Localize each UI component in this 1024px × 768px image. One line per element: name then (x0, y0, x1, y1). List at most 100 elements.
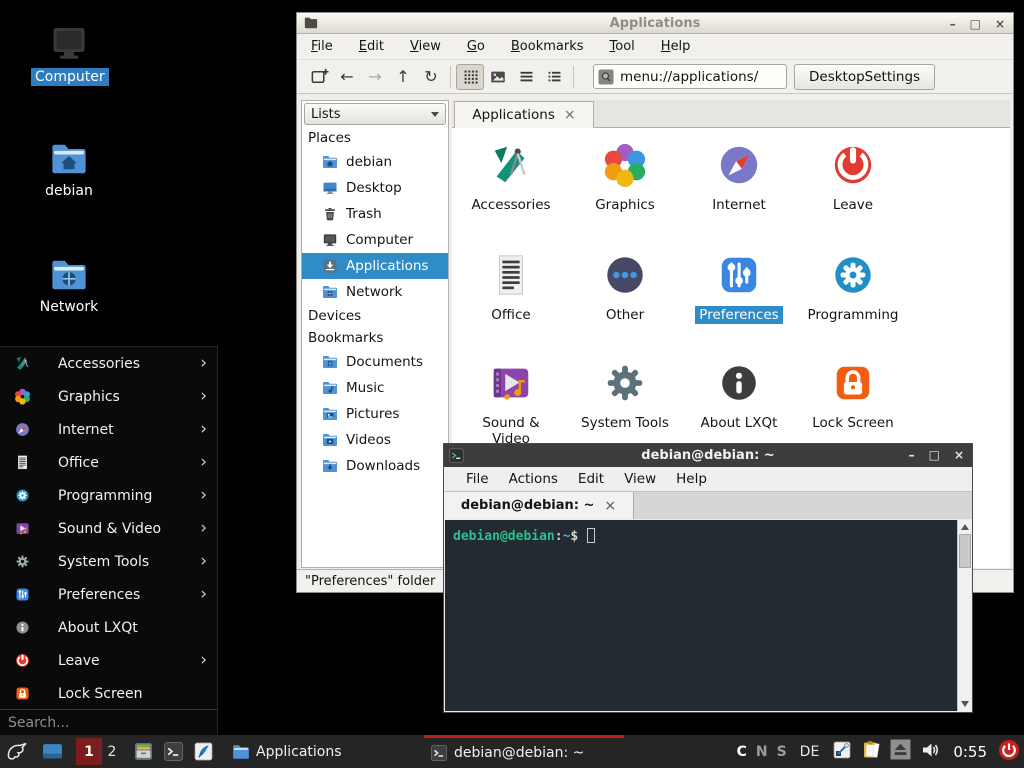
programming-icon (14, 487, 32, 505)
menu-item-accessories[interactable]: Accessories › (0, 347, 217, 380)
bookmark-videos[interactable]: Videos (302, 427, 448, 453)
task-button-terminal[interactable]: debian@debian: ~ (424, 735, 624, 768)
workspace-2-button[interactable]: 2 (102, 735, 122, 768)
bookmark-documents[interactable]: Documents (302, 349, 448, 375)
volume-icon[interactable] (920, 739, 942, 765)
app-item-other[interactable]: Other (568, 244, 682, 348)
folder-pictures-icon (322, 406, 338, 422)
workspace-1-button[interactable]: 1 (76, 738, 102, 765)
place-debian[interactable]: debian (302, 149, 448, 175)
menu-bookmarks[interactable]: Bookmarks (511, 39, 584, 54)
app-item-system-tools[interactable]: System Tools (568, 352, 682, 456)
caps-lock-indicator[interactable]: C (737, 744, 747, 760)
minimize-button[interactable]: – (909, 449, 915, 461)
menu-item-graphics[interactable]: Graphics › (0, 380, 217, 413)
app-item-about-lxqt[interactable]: About LXQt (682, 352, 796, 456)
bookmark-downloads[interactable]: Downloads (302, 453, 448, 479)
menu-item-programming[interactable]: Programming › (0, 479, 217, 512)
menu-file[interactable]: File (311, 39, 333, 54)
removable-media-eject-icon[interactable] (890, 739, 911, 764)
clipboard-tray-icon[interactable] (861, 740, 881, 764)
new-tab-button[interactable] (305, 64, 333, 90)
forward-button[interactable]: → (361, 64, 389, 90)
menu-item-office[interactable]: Office › (0, 446, 217, 479)
tab-close-icon[interactable]: × (564, 107, 576, 123)
menu-item-sound-video[interactable]: Sound & Video › (0, 512, 217, 545)
reload-button[interactable]: ↻ (417, 64, 445, 90)
menu-edit[interactable]: Edit (578, 471, 604, 487)
scrollbar-thumb[interactable] (959, 534, 971, 568)
terminal-tab[interactable]: debian@debian: ~ × (444, 492, 634, 519)
app-item-graphics[interactable]: Graphics (568, 134, 682, 238)
close-button[interactable]: × (995, 18, 1005, 30)
menu-item-lock-screen[interactable]: Lock Screen (0, 677, 217, 710)
menu-help[interactable]: Help (676, 471, 707, 487)
show-desktop-button[interactable] (38, 735, 66, 768)
terminal-scrollbar[interactable] (957, 520, 971, 711)
num-lock-indicator[interactable]: N (756, 744, 768, 760)
menu-actions[interactable]: Actions (509, 471, 558, 487)
terminal-titlebar[interactable]: debian@debian: ~ – □ × (444, 444, 972, 467)
terminal-screen[interactable]: debian@debian:~$ (445, 520, 971, 711)
app-item-preferences[interactable]: Preferences (682, 244, 796, 348)
icon-view-button[interactable] (456, 64, 484, 90)
menu-go[interactable]: Go (467, 39, 485, 54)
app-item-office[interactable]: Office (454, 244, 568, 348)
task-button-applications[interactable]: Applications (226, 735, 424, 768)
back-button[interactable]: ← (333, 64, 361, 90)
quicklaunch-file-manager[interactable] (128, 735, 158, 768)
desktop-icon-debian[interactable]: debian (31, 140, 107, 200)
place-network[interactable]: Network (302, 279, 448, 305)
power-button[interactable] (998, 739, 1020, 765)
detailed-view-button[interactable] (540, 64, 568, 90)
close-button[interactable]: × (954, 449, 964, 461)
app-item-internet[interactable]: Internet (682, 134, 796, 238)
main-menu-button[interactable] (0, 735, 34, 768)
menu-item-leave[interactable]: Leave › (0, 644, 217, 677)
desktop-icon-network[interactable]: Network (31, 256, 107, 316)
menu-search-input[interactable] (0, 715, 217, 731)
keyboard-layout-indicator[interactable]: DE (800, 744, 820, 760)
menu-view[interactable]: View (624, 471, 656, 487)
desktop-settings-button[interactable]: DesktopSettings (794, 64, 935, 90)
place-computer[interactable]: Computer (302, 227, 448, 253)
menu-item-internet[interactable]: Internet › (0, 413, 217, 446)
app-item-sound-video[interactable]: Sound & Video (454, 352, 568, 456)
quicklaunch-featherpad[interactable] (188, 735, 218, 768)
menu-tool[interactable]: Tool (610, 39, 635, 54)
clock[interactable]: 0:55 (953, 743, 987, 761)
menu-item-preferences[interactable]: Preferences › (0, 578, 217, 611)
tab-applications[interactable]: Applications × (454, 101, 594, 128)
up-button[interactable]: ↑ (389, 64, 417, 90)
place-applications[interactable]: Applications (302, 253, 448, 279)
thumbnail-view-button[interactable] (484, 64, 512, 90)
place-trash[interactable]: Trash (302, 201, 448, 227)
menu-file[interactable]: File (466, 471, 489, 487)
place-desktop[interactable]: Desktop (302, 175, 448, 201)
file-manager-titlebar[interactable]: Applications – □ × (297, 13, 1013, 34)
quicklaunch-terminal[interactable] (158, 735, 188, 768)
scroll-up-icon[interactable] (958, 520, 972, 534)
menu-help[interactable]: Help (661, 39, 691, 54)
app-item-accessories[interactable]: Accessories (454, 134, 568, 238)
bookmark-music[interactable]: Music (302, 375, 448, 401)
menu-edit[interactable]: Edit (359, 39, 384, 54)
minimize-button[interactable]: – (950, 18, 956, 30)
menu-view[interactable]: View (410, 39, 441, 54)
address-bar[interactable]: menu://applications/ (593, 64, 787, 89)
tab-close-icon[interactable]: × (604, 498, 616, 514)
compact-view-button[interactable] (512, 64, 540, 90)
desktop-icon-computer[interactable]: Computer (31, 24, 107, 86)
menu-item-about-lxqt[interactable]: About LXQt (0, 611, 217, 644)
bookmark-pictures[interactable]: Pictures (302, 401, 448, 427)
maximize-button[interactable]: □ (970, 18, 981, 30)
app-item-leave[interactable]: Leave (796, 134, 910, 238)
maximize-button[interactable]: □ (929, 449, 940, 461)
app-item-lock-screen[interactable]: Lock Screen (796, 352, 910, 456)
scroll-lock-indicator[interactable]: S (777, 744, 787, 760)
menu-item-system-tools[interactable]: System Tools › (0, 545, 217, 578)
scroll-down-icon[interactable] (958, 697, 972, 711)
screenshot-tray-icon[interactable] (832, 740, 852, 764)
app-item-programming[interactable]: Programming (796, 244, 910, 348)
side-pane-mode-select[interactable]: Lists (304, 103, 446, 125)
